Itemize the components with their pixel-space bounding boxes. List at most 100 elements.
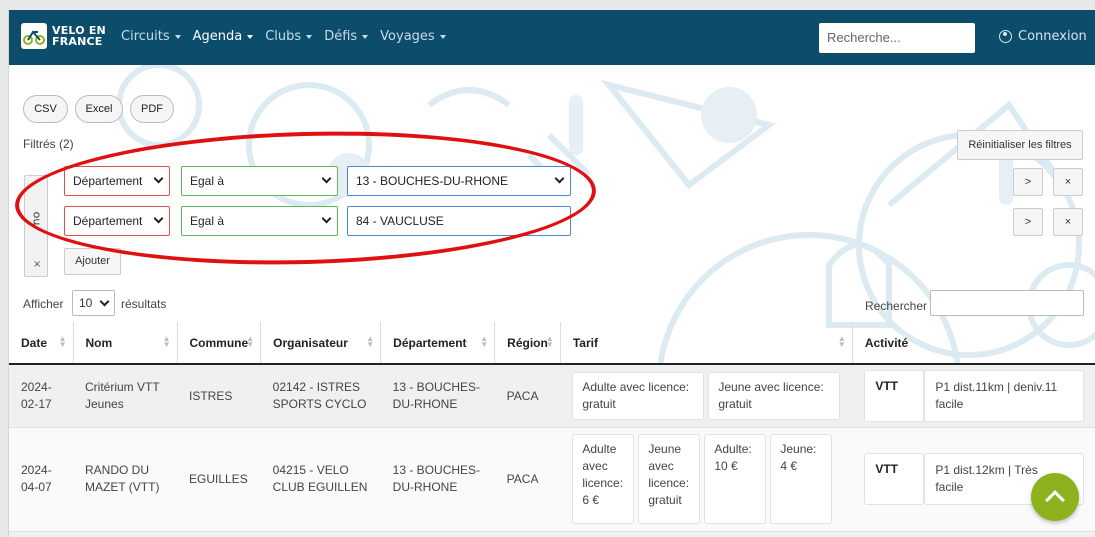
cell-commune: EGUILLES	[177, 427, 261, 532]
tarif-item: Adulte avec licence: gratuit	[572, 371, 705, 420]
scroll-to-top-button[interactable]	[1031, 473, 1079, 521]
nav-item-agenda[interactable]: Agenda	[193, 29, 254, 44]
caret-down-icon	[174, 34, 181, 39]
filter-2-next-button[interactable]: >	[1013, 208, 1043, 236]
department-text: 13 - BOUCHES-DU-RHONE	[392, 379, 481, 411]
cell-tarif: Adulte avec licence: gratuit Jeune avec …	[560, 364, 853, 428]
header-label: Département	[393, 335, 467, 350]
col-date[interactable]: Date ▲ ▼	[9, 322, 73, 365]
login-link[interactable]: Connexion	[999, 29, 1087, 44]
tarif-list: Adulte avec licence: gratuit Jeune avec …	[572, 371, 841, 420]
navbar-search-input[interactable]: Recherche...	[819, 23, 975, 53]
cell-organisateur: 04215 - VELO CLUB EGUILLEN	[260, 427, 381, 532]
table-row[interactable]: 2024-04-07 RANDO DU MAZET (VTT) EGUILLES…	[9, 427, 1095, 532]
cell-commune: ISTRES	[177, 364, 261, 428]
activity-list: VTT P1 dist.11km | deniv.11 facile	[864, 369, 1085, 422]
table-search-input[interactable]	[930, 290, 1084, 316]
nav-label: Circuits	[121, 29, 170, 44]
sort-icon: ▲ ▼	[480, 334, 489, 349]
nav-item-circuits[interactable]: Circuits	[121, 29, 181, 44]
header-label: Tarif	[572, 335, 598, 350]
name-text: Critérium VTT Jeunes	[85, 379, 160, 411]
header-label: Organisateur	[273, 335, 348, 350]
nav-item-defis[interactable]: Défis	[324, 29, 369, 44]
col-nom[interactable]: Nom ▲ ▼	[72, 322, 177, 365]
organiser-text: 02142 - ISTRES SPORTS CYCLO	[272, 379, 367, 411]
header-label: Date	[21, 335, 48, 350]
table-row[interactable]	[9, 531, 1095, 537]
brand-logo[interactable]: VELO EN FRANCE	[21, 23, 106, 49]
caret-down-icon	[439, 34, 446, 39]
activity-type: VTT	[864, 453, 925, 505]
filters-title: Filtrés (2)	[23, 137, 74, 151]
cell-empty	[9, 531, 73, 537]
col-commune[interactable]: Commune ▲ ▼	[176, 322, 261, 365]
cell-empty	[380, 531, 495, 537]
page-size-select[interactable]: 10	[72, 290, 115, 316]
activity-type: VTT	[864, 369, 925, 422]
cell-empty	[260, 531, 381, 537]
nav-item-clubs[interactable]: Clubs	[265, 29, 313, 44]
cell-empty	[852, 531, 1095, 537]
name-text: RANDO DU MAZET (VTT)	[85, 463, 160, 494]
department-text: 13 - BOUCHES-DU-RHONE	[392, 463, 481, 494]
brand-line-2: FRANCE	[52, 35, 103, 48]
bike-logo-icon	[21, 23, 47, 49]
tarif-item: Adulte: 10 €	[704, 434, 767, 524]
cell-date: 2024-02-17	[9, 364, 73, 428]
table-search-label: Rechercher	[865, 299, 928, 313]
col-tarif[interactable]: Tarif ▲ ▼	[559, 322, 853, 365]
top-navbar: VELO EN FRANCE Circuits Agenda Clubs Déf…	[9, 10, 1095, 65]
filter-1-next-button[interactable]: >	[1013, 168, 1043, 196]
tarif-item: Jeune: 4 €	[770, 434, 833, 524]
caret-down-icon	[247, 34, 254, 39]
nav-label: Voyages	[380, 29, 435, 44]
col-activite[interactable]: Activité	[851, 322, 1095, 365]
export-csv-button[interactable]: CSV	[23, 95, 68, 123]
date-text: 2024-02-17	[21, 379, 52, 411]
tarif-item: Adulte avec licence: 6 €	[572, 434, 635, 524]
header-label: Activité	[864, 335, 909, 350]
filter-1-remove-button[interactable]: ×	[1053, 168, 1083, 196]
col-organisateur[interactable]: Organisateur ▲ ▼	[260, 322, 381, 365]
cell-nom: RANDO DU MAZET (VTT)	[73, 427, 177, 532]
cell-date: 2024-04-07	[9, 427, 73, 532]
caret-down-icon	[306, 34, 313, 39]
activity-desc: P1 dist.11km | deniv.11 facile	[924, 369, 1085, 422]
sort-icon: ▲ ▼	[162, 334, 171, 349]
export-excel-button[interactable]: Excel	[75, 95, 123, 123]
export-pdf-button[interactable]: PDF	[130, 95, 174, 123]
nav-item-voyages[interactable]: Voyages	[380, 29, 446, 44]
cell-empty	[73, 531, 177, 537]
sort-icon: ▲ ▼	[545, 334, 554, 349]
col-departement[interactable]: Département ▲ ▼	[380, 322, 495, 365]
results-label: résultats	[121, 297, 167, 311]
nav-label: Agenda	[192, 29, 243, 44]
header-label: Nom	[85, 335, 113, 350]
sort-icon: ▲ ▼	[837, 334, 846, 349]
header-label: Région	[507, 335, 548, 350]
brand-name: VELO EN FRANCE	[52, 25, 106, 47]
sort-icon: ▲ ▼	[246, 334, 255, 349]
chevron-down-icon	[99, 296, 110, 307]
filter-2-remove-button[interactable]: ×	[1053, 208, 1083, 236]
reset-filters-button[interactable]: Réinitialiser les filtres	[957, 130, 1083, 160]
date-text: 2024-04-07	[21, 463, 52, 494]
sort-icon: ▲ ▼	[366, 334, 375, 349]
events-table: Date ▲ ▼ Nom ▲ ▼ Commune ▲ ▼ Organisateur ▲ ▼ Dé…	[9, 322, 1095, 537]
sort-icon: ▲ ▼	[58, 334, 67, 349]
cell-empty	[177, 531, 261, 537]
table-row[interactable]: 2024-02-17 Critérium VTT Jeunes ISTRES 0…	[9, 364, 1095, 428]
cell-nom: Critérium VTT Jeunes	[73, 364, 177, 428]
cell-departement: 13 - BOUCHES-DU-RHONE	[380, 427, 495, 532]
cell-departement: 13 - BOUCHES-DU-RHONE	[380, 364, 495, 428]
remove-group-icon[interactable]: ×	[33, 259, 41, 270]
user-circle-icon	[999, 30, 1012, 43]
cell-tarif: Adulte avec licence: 6 € Jeune avec lice…	[560, 427, 853, 532]
tarif-item: Jeune avec licence: gratuit	[708, 371, 841, 420]
select-value: 10	[79, 296, 93, 310]
cell-empty	[494, 531, 561, 537]
col-region[interactable]: Région ▲ ▼	[494, 322, 561, 365]
caret-down-icon	[362, 34, 369, 39]
tarif-list: Adulte avec licence: 6 € Jeune avec lice…	[572, 434, 840, 524]
